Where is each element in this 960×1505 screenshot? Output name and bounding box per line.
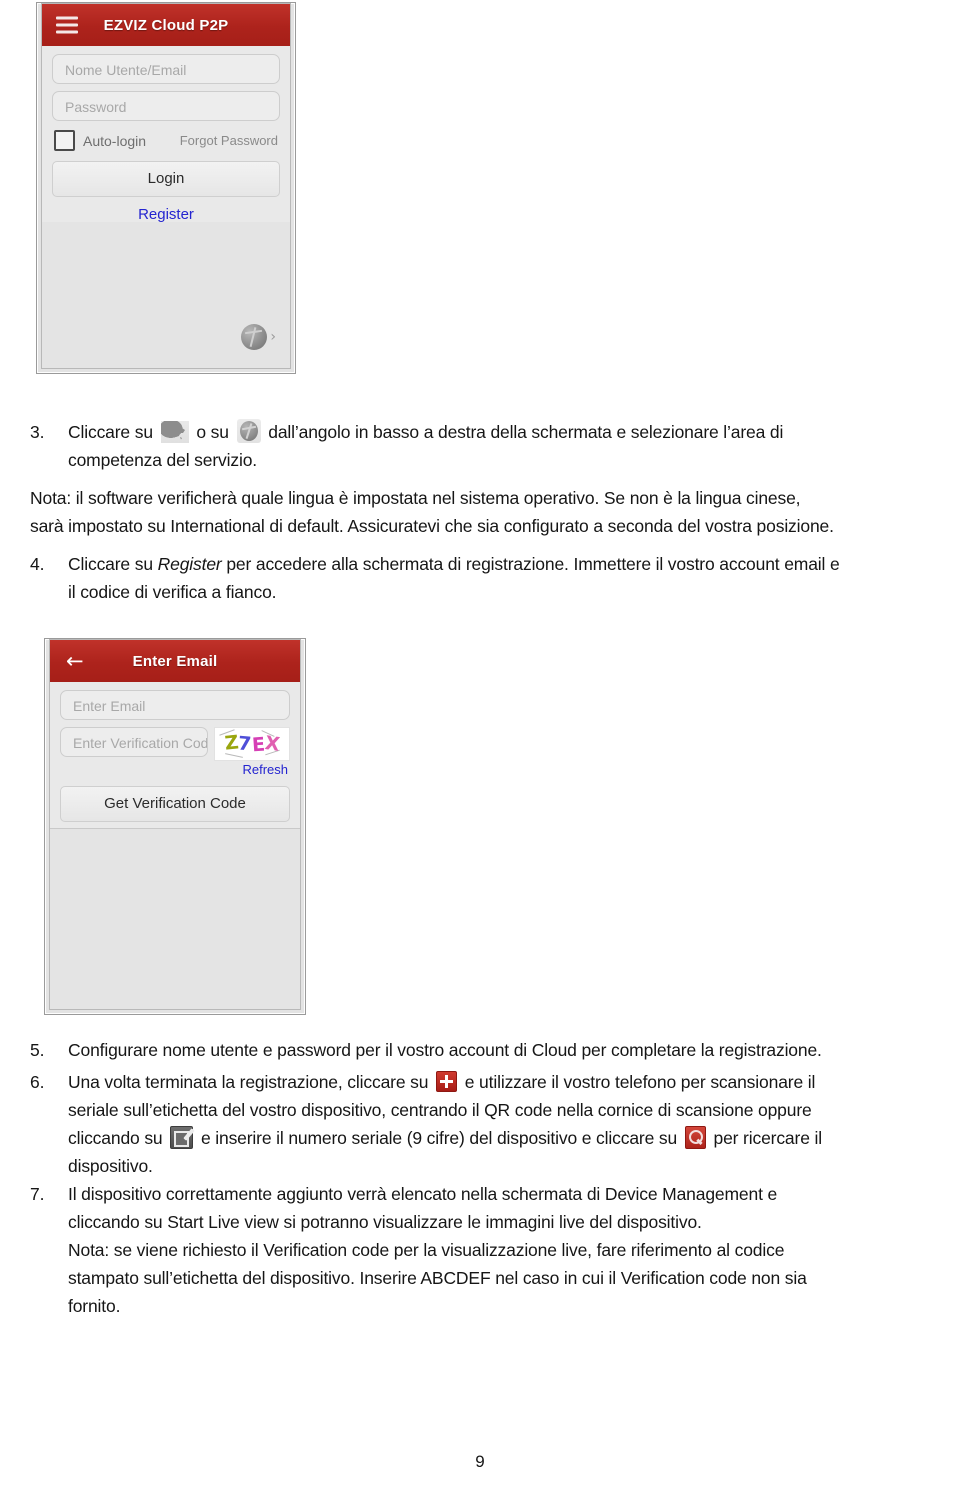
add-plus-icon bbox=[436, 1071, 458, 1092]
login-title: EZVIZ Cloud P2P bbox=[103, 16, 229, 34]
note1-line2: sarà impostato su International di defau… bbox=[30, 516, 834, 536]
email-form-panel: Enter Email Enter Verification Code Z 7 … bbox=[50, 682, 300, 829]
globe-icon[interactable] bbox=[241, 324, 268, 350]
login-screen-body: › bbox=[42, 222, 290, 368]
list-item-4-number: 4. bbox=[30, 554, 45, 574]
back-arrow-icon[interactable]: ← bbox=[66, 651, 88, 672]
auto-login-checkbox-wrap[interactable]: Auto-login bbox=[54, 130, 146, 151]
list-item-5-number: 5. bbox=[30, 1040, 45, 1060]
list-item-4: 4. Cliccare su Register per accedere all… bbox=[30, 550, 930, 606]
get-verification-code-button[interactable]: Get Verification Code bbox=[60, 786, 290, 822]
instructions-block-bottom: 5. Configurare nome utente e password pe… bbox=[30, 1036, 935, 1320]
email-title: Enter Email bbox=[132, 652, 218, 670]
auto-login-checkbox[interactable] bbox=[54, 130, 75, 151]
item6-line3-a: cliccando su bbox=[68, 1128, 163, 1148]
item6-line4: dispositivo. bbox=[68, 1156, 153, 1176]
globe-icon bbox=[236, 419, 261, 443]
item6-text-b: e utilizzare il vostro telefono per scan… bbox=[464, 1072, 816, 1092]
captcha-char-2: 7 bbox=[237, 732, 253, 756]
note1-line1: Nota: il software verificherà quale ling… bbox=[30, 488, 801, 508]
page-number: 9 bbox=[475, 1452, 485, 1471]
item3-text-a: Cliccare su bbox=[68, 422, 153, 442]
login-options-row: Auto-login Forgot Password bbox=[52, 128, 280, 155]
list-item-3: 3. Cliccare su o su dall’angolo in basso… bbox=[30, 418, 930, 474]
note2-line1: Nota: se viene richiesto il Verification… bbox=[68, 1240, 785, 1260]
list-item-3-number: 3. bbox=[30, 422, 45, 442]
item7-line1: Il dispositivo correttamente aggiunto ve… bbox=[68, 1184, 778, 1204]
password-input[interactable]: Password bbox=[52, 91, 280, 121]
item6-line2: seriale sull’etichetta del vostro dispos… bbox=[68, 1100, 812, 1120]
item7-line2: cliccando su Start Live view si potranno… bbox=[68, 1212, 702, 1232]
enter-email-screenshot: ← Enter Email Enter Email Enter Verifica… bbox=[44, 638, 306, 1015]
email-input[interactable]: Enter Email bbox=[60, 690, 290, 720]
username-input[interactable]: Nome Utente/Email bbox=[52, 54, 280, 84]
verification-row: Enter Verification Code Z 7 E X bbox=[60, 727, 290, 761]
edit-pencil-icon bbox=[170, 1126, 195, 1149]
captcha-image: Z 7 E X bbox=[214, 727, 290, 761]
china-map-icon bbox=[160, 421, 189, 443]
auto-login-label: Auto-login bbox=[83, 132, 147, 149]
item5-text: Configurare nome utente e password per i… bbox=[68, 1040, 822, 1060]
item3-line2: competenza del servizio. bbox=[68, 450, 257, 470]
hamburger-menu-icon[interactable] bbox=[56, 16, 78, 34]
note2-line3: fornito. bbox=[68, 1296, 121, 1316]
list-item-6: 6. Una volta terminata la registrazione,… bbox=[30, 1068, 935, 1180]
email-titlebar: ← Enter Email bbox=[50, 640, 300, 682]
item4-text-a: Cliccare su bbox=[68, 554, 153, 574]
item6-text-a: Una volta terminata la registrazione, cl… bbox=[68, 1072, 429, 1092]
instructions-block-top: 3. Cliccare su o su dall’angolo in basso… bbox=[30, 418, 930, 606]
item3-text-c: dall’angolo in basso a destra della sche… bbox=[268, 422, 784, 442]
captcha-char-4: X bbox=[263, 732, 281, 756]
item4-emphasis: Register bbox=[157, 554, 222, 574]
list-item-5: 5. Configurare nome utente e password pe… bbox=[30, 1036, 935, 1064]
search-icon bbox=[684, 1126, 706, 1149]
note2-line2: stampato sull’etichetta del dispositivo.… bbox=[68, 1268, 807, 1288]
note-paragraph-2: Nota: se viene richiesto il Verification… bbox=[30, 1236, 935, 1320]
note-paragraph-1: Nota: il software verificherà quale ling… bbox=[30, 484, 930, 540]
login-button[interactable]: Login bbox=[52, 161, 280, 197]
item6-line3-c: per ricercare il bbox=[713, 1128, 823, 1148]
region-selector[interactable]: › bbox=[241, 324, 276, 350]
login-screenshot: EZVIZ Cloud P2P Nome Utente/Email Passwo… bbox=[36, 2, 296, 374]
refresh-captcha-link[interactable]: Refresh bbox=[60, 761, 290, 780]
login-titlebar: EZVIZ Cloud P2P bbox=[42, 4, 290, 46]
item6-line3-b: e inserire il numero seriale (9 cifre) d… bbox=[200, 1128, 678, 1148]
item4-text-b: per accedere alla schermata di registraz… bbox=[226, 554, 840, 574]
list-item-6-number: 6. bbox=[30, 1072, 45, 1092]
login-form-panel: Nome Utente/Email Password Auto-login Fo… bbox=[42, 46, 290, 236]
item3-text-b: o su bbox=[196, 422, 229, 442]
verification-code-input[interactable]: Enter Verification Code bbox=[60, 727, 208, 757]
list-item-7: 7. Il dispositivo correttamente aggiunto… bbox=[30, 1180, 935, 1236]
list-item-7-number: 7. bbox=[30, 1184, 45, 1204]
forgot-password-link[interactable]: Forgot Password bbox=[180, 133, 278, 148]
email-screen-body bbox=[50, 840, 300, 1009]
item4-line2: il codice di verifica a fianco. bbox=[68, 582, 277, 602]
chevron-right-icon: › bbox=[270, 329, 276, 345]
